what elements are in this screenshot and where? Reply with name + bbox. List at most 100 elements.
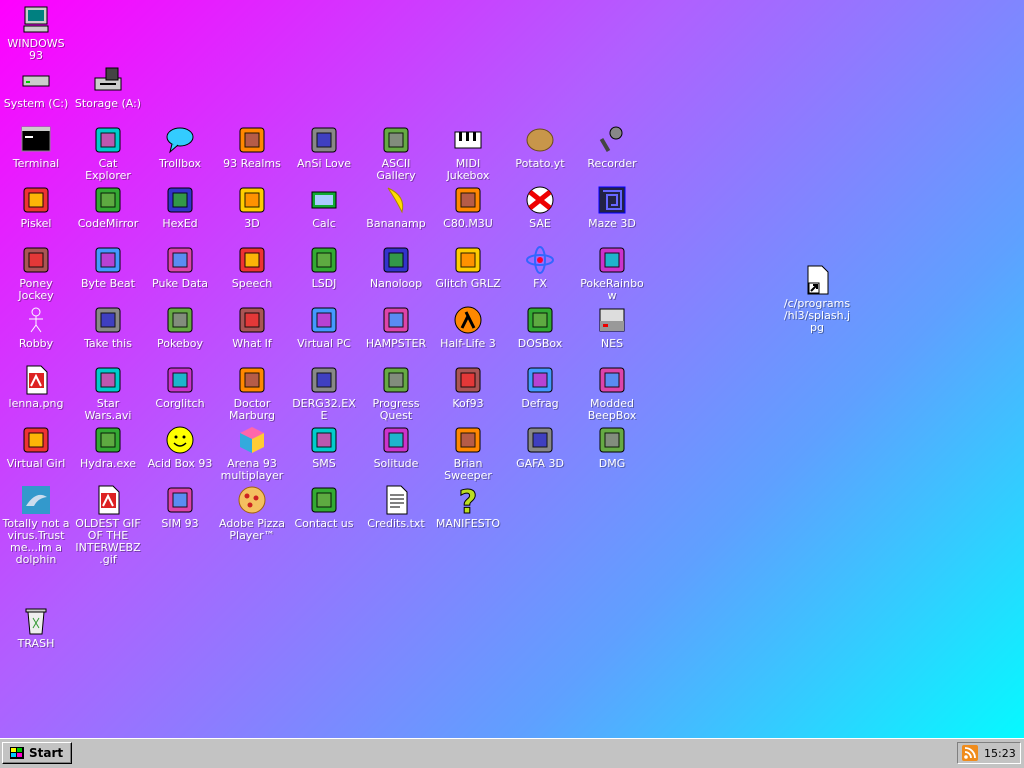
whatif-icon — [236, 304, 268, 336]
desktop-icon-label: Star Wars.avi — [84, 397, 132, 422]
desktop-icon-maze[interactable]: Maze 3D — [576, 184, 648, 230]
desktop-icon-label: Storage (A:) — [74, 97, 142, 110]
desktop-icon-label: Nanoloop — [369, 277, 423, 290]
desktop-icon-question[interactable]: ? MANIFESTO — [432, 484, 504, 530]
computer-icon — [20, 4, 52, 36]
desktop-icon-label: LSDJ — [311, 277, 337, 290]
desktop-icon-corgi[interactable]: Corglitch — [144, 364, 216, 410]
desktop-icon-swords[interactable]: Progress Quest — [360, 364, 432, 422]
ball-icon — [524, 184, 556, 216]
desktop-icon-doomguy[interactable]: GAFA 3D — [504, 424, 576, 470]
clock: 15:23 — [984, 746, 1016, 760]
desktop-icon-computer[interactable]: WINDOWS 93 — [0, 4, 72, 62]
desktop-icon-solitude[interactable]: Solitude — [360, 424, 432, 470]
desktop-icon-potato[interactable]: Potato.yt — [504, 124, 576, 170]
desktop-icon-fighter[interactable]: Kof93 — [432, 364, 504, 410]
desktop-icon-label: Maze 3D — [588, 217, 636, 230]
desktop-icon-mine[interactable]: Brian Sweeper — [432, 424, 504, 482]
desktop-icon-label: C80.M3U — [443, 217, 493, 230]
desktop-icon-teapot[interactable]: 3D — [216, 184, 288, 230]
desktop-icon-ball[interactable]: SAE — [504, 184, 576, 230]
desktop-icon-pony[interactable]: Poney Jockey — [0, 244, 72, 302]
cube-icon — [236, 424, 268, 456]
desktop-icon-cat-explorer[interactable]: Cat Explorer — [72, 124, 144, 182]
solitude-icon — [380, 424, 412, 456]
desktop-icon-takethis[interactable]: Take this — [72, 304, 144, 350]
desktop-icon-derg[interactable]: DERG32.EXE — [288, 364, 360, 422]
nes-icon — [596, 304, 628, 336]
desktop-icon-label: Speech — [231, 277, 273, 290]
taskbar: Start 15:23 — [0, 738, 1024, 768]
doomguy-icon — [524, 424, 556, 456]
desktop-icon-banana[interactable]: Bananamp — [360, 184, 432, 230]
desktop-icon-atom[interactable]: FX — [504, 244, 576, 290]
desktop-icon-text-file[interactable]: Credits.txt — [360, 484, 432, 530]
desktop-icon-hard-drive[interactable]: System (C:) — [0, 64, 72, 110]
desktop-icon-defrag[interactable]: Defrag — [504, 364, 576, 410]
desktop-icon-label: Byte Beat — [80, 277, 135, 290]
desktop-icon-sim[interactable]: SIM 93 — [144, 484, 216, 530]
desktop-icon-pd[interactable]: Puke Data — [144, 244, 216, 290]
desktop-icon-speech-face[interactable]: Speech — [216, 244, 288, 290]
desktop-icon-shortcut-file[interactable]: /c/programs/hl3/splash.jpg — [781, 264, 853, 334]
desktop-icon-smiley[interactable]: Acid Box 93 — [144, 424, 216, 470]
desktop-icon-dmg[interactable]: DMG — [576, 424, 648, 470]
ascii-icon — [380, 124, 412, 156]
desktop-icon-ascii[interactable]: ASCII Gallery — [360, 124, 432, 182]
desktop-icon-gif-file[interactable]: OLDEST GIF OF THE INTERWEBZ.gif — [72, 484, 144, 566]
desktop-icon-cube[interactable]: Arena 93 multiplayer — [216, 424, 288, 482]
virtualpc-icon — [308, 304, 340, 336]
desktop-icon-doctor[interactable]: Doctor Marburg — [216, 364, 288, 422]
desktop-icon-trash[interactable]: TRASH — [0, 604, 72, 650]
desktop-icon-hamster[interactable]: HAMPSTER — [360, 304, 432, 350]
desktop-icon-lsdj[interactable]: LSDJ — [288, 244, 360, 290]
desktop-icon-calculator[interactable]: Calc — [288, 184, 360, 230]
desktop-icon-lips[interactable]: Glitch GRLZ — [432, 244, 504, 290]
desktop-icon-label: Modded BeepBox — [587, 397, 637, 422]
yoda-icon — [92, 364, 124, 396]
takethis-icon — [92, 304, 124, 336]
desktop-icon-nanoloop[interactable]: Nanoloop — [360, 244, 432, 290]
desktop-icon-palette[interactable]: Piskel — [0, 184, 72, 230]
desktop-icon-pokeboy[interactable]: Pokeboy — [144, 304, 216, 350]
desktop-icon-image-file[interactable]: lenna.png — [0, 364, 72, 410]
desktop-icon-chat[interactable]: Trollbox — [144, 124, 216, 170]
desktop-icon-floppy-drive[interactable]: Storage (A:) — [72, 64, 144, 110]
desktop-icon-label: Brian Sweeper — [444, 457, 492, 482]
desktop-icon-label: Robby — [18, 337, 54, 350]
desktop-icon-label: CodeMirror — [77, 217, 139, 230]
desktop-icon-contact[interactable]: Contact us — [288, 484, 360, 530]
pokerainbow-icon — [596, 244, 628, 276]
codemirror-icon — [92, 184, 124, 216]
desktop-icon-yoda[interactable]: Star Wars.avi — [72, 364, 144, 422]
desktop-icon-label: Terminal — [12, 157, 60, 170]
desktop-icon-lambda[interactable]: Half-Life 3 — [432, 304, 504, 350]
desktop-icon-bytebeat[interactable]: Byte Beat — [72, 244, 144, 290]
desktop-icon-virtualpc[interactable]: Virtual PC — [288, 304, 360, 350]
rss-icon[interactable] — [962, 745, 978, 761]
desktop-icon-terminal[interactable]: Terminal — [0, 124, 72, 170]
desktop-icon-label: Credits.txt — [367, 517, 425, 530]
desktop-icon-sms[interactable]: SMS — [288, 424, 360, 470]
desktop-icon-whatif[interactable]: What If — [216, 304, 288, 350]
desktop-icon-microphone[interactable]: Recorder — [576, 124, 648, 170]
desktop-icon-hydra[interactable]: Hydra.exe — [72, 424, 144, 470]
desktop-icon-piano[interactable]: MIDI Jukebox — [432, 124, 504, 182]
desktop-icon-realms[interactable]: 93 Realms — [216, 124, 288, 170]
desktop-icon-stickman[interactable]: Robby — [0, 304, 72, 350]
desktop-icon-label: Progress Quest — [372, 397, 420, 422]
desktop-icon-codemirror[interactable]: CodeMirror — [72, 184, 144, 230]
start-button[interactable]: Start — [2, 742, 72, 764]
desktop-icon-girl[interactable]: Virtual Girl — [0, 424, 72, 470]
chat-icon — [164, 124, 196, 156]
desktop-icon-beepbox[interactable]: Modded BeepBox — [576, 364, 648, 422]
desktop-icon-pizza[interactable]: Adobe Pizza Player™ — [216, 484, 288, 542]
desktop-icon-label: ASCII Gallery — [376, 157, 416, 182]
desktop-icon-ansi[interactable]: AnSi Love — [288, 124, 360, 170]
desktop-icon-pokerainbow[interactable]: PokeRainbow — [576, 244, 648, 302]
desktop-icon-dolphin[interactable]: Totally not a virus.Trust me...im a dolp… — [0, 484, 72, 566]
desktop-icon-dosbox[interactable]: DOSBox — [504, 304, 576, 350]
desktop-icon-playlist[interactable]: C80.M3U — [432, 184, 504, 230]
desktop-icon-hex[interactable]: HexEd — [144, 184, 216, 230]
desktop-icon-nes[interactable]: NES — [576, 304, 648, 350]
